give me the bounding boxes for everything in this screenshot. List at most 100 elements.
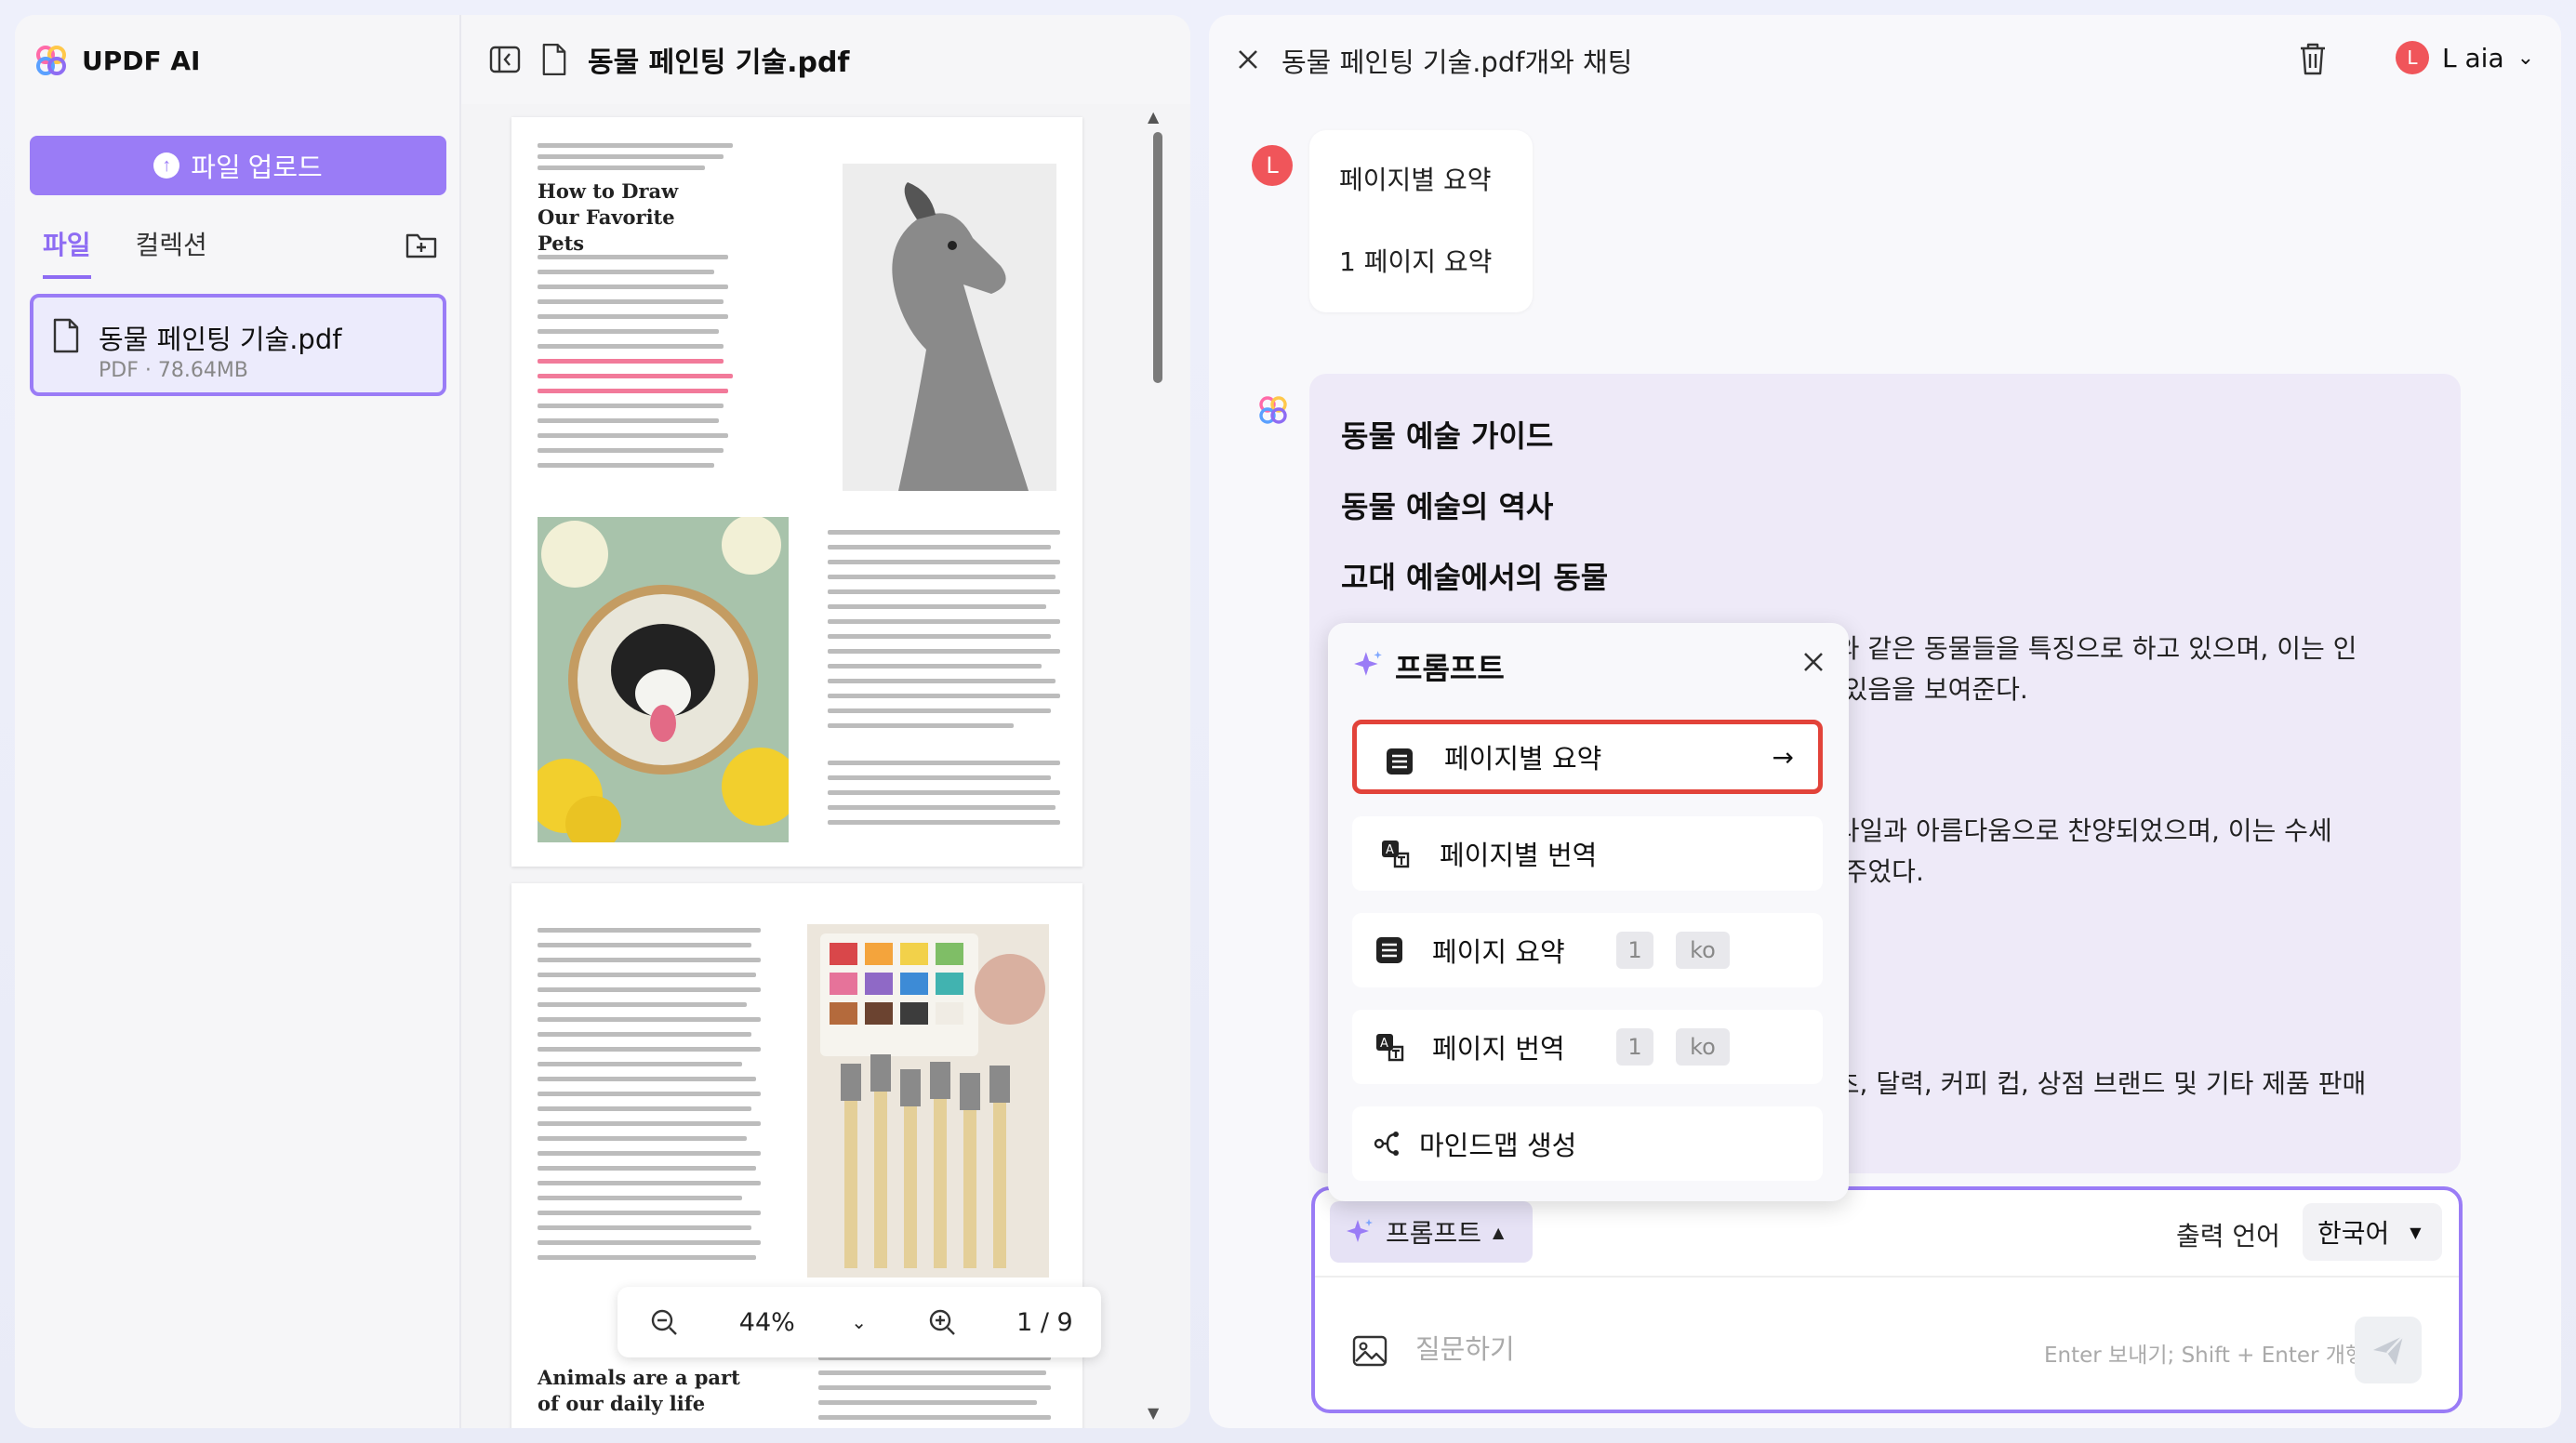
tab-collections[interactable]: 컬렉션	[136, 225, 207, 279]
dog-sketch-image	[843, 164, 1056, 491]
text-line	[538, 165, 705, 170]
prompt-option-page-translate[interactable]: A 페이지 번역 1 ko	[1352, 1010, 1823, 1084]
prompt-menu-button[interactable]: 프롬프트 ▲	[1330, 1201, 1533, 1263]
prompt-option-translate-by-page[interactable]: A 페이지별 번역	[1352, 816, 1823, 891]
tab-files[interactable]: 파일	[43, 225, 91, 279]
chevron-down-icon: ⌄	[2516, 46, 2535, 70]
text-line	[538, 448, 724, 453]
zoom-level[interactable]: 44%	[739, 1308, 795, 1337]
svg-text:A: A	[1386, 843, 1394, 857]
upload-file-button[interactable]: ↑ 파일 업로드	[30, 136, 446, 195]
pdf-page-1[interactable]: How to Draw Our Favorite Pets	[511, 117, 1082, 867]
text-line	[538, 1077, 756, 1081]
zoom-in-button[interactable]	[923, 1304, 961, 1341]
text-line	[828, 575, 1056, 579]
prompt-option-mindmap[interactable]: 마인드맵 생성	[1352, 1106, 1823, 1181]
ai-assistant-icon	[1259, 396, 1287, 424]
text-line	[538, 1166, 756, 1171]
trash-icon[interactable]	[2297, 41, 2329, 76]
send-button[interactable]	[2355, 1317, 2422, 1383]
ai-paragraph: 스타일과 아름다움으로 찬양되었으며, 이는 수세	[1812, 815, 2332, 846]
text-line	[538, 255, 728, 259]
text-line	[538, 404, 724, 408]
text-line	[828, 545, 1051, 549]
document-icon	[542, 44, 566, 75]
scroll-down-arrow-icon[interactable]: ▼	[1148, 1404, 1159, 1422]
image-upload-icon[interactable]	[1352, 1335, 1388, 1367]
app-name: UPDF AI	[82, 45, 201, 76]
text-line	[538, 973, 756, 977]
output-language-value: 한국어	[2317, 1218, 2390, 1249]
viewer-filename: 동물 페인팅 기술.pdf	[588, 46, 850, 79]
highlighted-line	[538, 359, 724, 364]
text-line	[818, 1370, 1046, 1375]
send-hint: Enter 보내기; Shift + Enter 개행	[2044, 1344, 2366, 1368]
vertical-scrollbar[interactable]	[1153, 132, 1162, 383]
text-line	[828, 530, 1060, 535]
prompt-option-page-summary[interactable]: 페이지 요약 1 ko	[1352, 913, 1823, 987]
close-icon[interactable]	[1231, 43, 1265, 76]
text-line	[538, 1047, 761, 1052]
page2-heading: Animals are a part of our daily life	[538, 1366, 740, 1415]
page-number-badge[interactable]: 1	[1616, 932, 1653, 969]
upload-arrow-icon: ↑	[153, 152, 180, 179]
composer-divider	[1315, 1276, 2459, 1278]
arrow-right-icon: →	[1772, 741, 1794, 773]
ai-heading: 고대 예술에서의 동물	[1341, 560, 1609, 595]
page-indicator[interactable]: 1 / 9	[1016, 1308, 1073, 1337]
text-line	[538, 1240, 761, 1245]
collapse-sidebar-icon[interactable]	[489, 46, 521, 73]
text-line	[828, 805, 1056, 810]
text-line	[828, 589, 1060, 594]
text-line	[828, 790, 1060, 795]
zoom-out-button[interactable]	[645, 1304, 683, 1341]
text-line	[538, 433, 728, 438]
sidebar-tabs: 파일 컬렉션	[43, 225, 207, 279]
text-line	[538, 344, 724, 349]
file-list-item[interactable]: 동물 페인팅 기술.pdf PDF · 78.64MB	[30, 294, 446, 396]
prompt-button-label: 프롬프트	[1386, 1218, 1482, 1249]
text-line	[538, 1121, 761, 1126]
list-icon	[1376, 937, 1402, 963]
mindmap-icon	[1374, 1132, 1399, 1156]
user-menu[interactable]: L L aia ⌄	[2396, 41, 2534, 74]
paint-brushes-image	[807, 924, 1049, 1278]
updf-logo-icon	[36, 46, 66, 75]
sparkle-icon	[1347, 1219, 1373, 1242]
upload-label: 파일 업로드	[191, 153, 323, 183]
sparkle-icon	[1354, 651, 1382, 676]
ask-input[interactable]	[1415, 1326, 1936, 1372]
text-line	[828, 679, 1056, 683]
user-message-line: 페이지별 요약	[1339, 165, 1492, 195]
text-line	[538, 1151, 761, 1156]
language-badge[interactable]: ko	[1676, 932, 1730, 969]
close-icon[interactable]	[1799, 647, 1828, 677]
new-folder-icon[interactable]	[405, 231, 437, 258]
text-line	[538, 1136, 747, 1141]
text-line	[828, 560, 1060, 564]
option-label: 마인드맵 생성	[1419, 1130, 1577, 1161]
text-line	[828, 649, 1060, 654]
text-line	[828, 694, 1060, 698]
text-line	[538, 928, 761, 933]
text-line	[538, 987, 761, 992]
text-line	[538, 463, 714, 468]
text-line	[828, 664, 1042, 669]
sidebar: UPDF AI ↑ 파일 업로드 파일 컬렉션 동물 페인팅 기술.pdf PD…	[15, 15, 461, 1428]
text-line	[538, 1106, 751, 1111]
file-icon	[53, 318, 79, 353]
page1-heading: How to Draw Our Favorite Pets	[538, 179, 679, 255]
popover-title: 프롬프트	[1395, 651, 1505, 686]
svg-text:A: A	[1380, 1037, 1388, 1051]
text-line	[538, 1211, 761, 1215]
prompt-option-summarize-by-page[interactable]: 페이지별 요약 →	[1352, 720, 1823, 794]
zoom-dropdown-chevron-icon[interactable]: ⌄	[851, 1311, 867, 1333]
text-line	[818, 1415, 1051, 1420]
page-number-badge[interactable]: 1	[1616, 1028, 1653, 1066]
ai-heading: 동물 예술 가이드	[1341, 418, 1554, 454]
output-language-select[interactable]: 한국어 ▼	[2303, 1203, 2442, 1261]
text-line	[538, 285, 728, 289]
scroll-up-arrow-icon[interactable]: ▲	[1148, 108, 1159, 126]
language-badge[interactable]: ko	[1676, 1028, 1730, 1066]
text-line	[538, 1092, 761, 1096]
